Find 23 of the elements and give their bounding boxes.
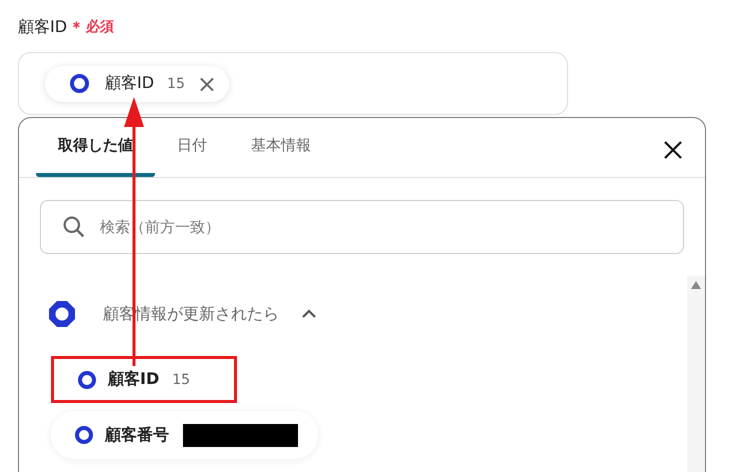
scroll-up-icon[interactable]	[691, 281, 701, 289]
close-icon[interactable]	[663, 140, 683, 160]
search-field[interactable]: 検索（前方一致）	[40, 200, 684, 254]
list-item[interactable]: 顧客ID 15	[51, 356, 237, 403]
octagon-ring-icon	[47, 299, 77, 329]
chip-label: 顧客ID	[105, 73, 154, 94]
search-icon	[63, 216, 85, 238]
scrollbar[interactable]	[687, 276, 705, 472]
tab[interactable]: 日付	[155, 136, 229, 177]
field-label: 顧客ID	[18, 16, 68, 38]
chip-count: 15	[167, 76, 185, 92]
ring-icon	[70, 74, 89, 93]
tab[interactable]: 基本情報	[229, 136, 333, 177]
required-text: 必須	[86, 18, 114, 36]
list-item[interactable]: 顧客番号	[51, 411, 318, 459]
required-mark: ＊	[69, 18, 84, 36]
remove-button[interactable]: ×	[196, 72, 217, 96]
input-field[interactable]: 顧客ID 15 ×	[18, 52, 568, 115]
ring-icon	[78, 370, 96, 388]
ring-icon	[75, 426, 93, 444]
item-value: 15	[172, 372, 190, 388]
item-label: 顧客番号	[105, 424, 169, 446]
item-label: 顧客ID	[108, 369, 160, 390]
